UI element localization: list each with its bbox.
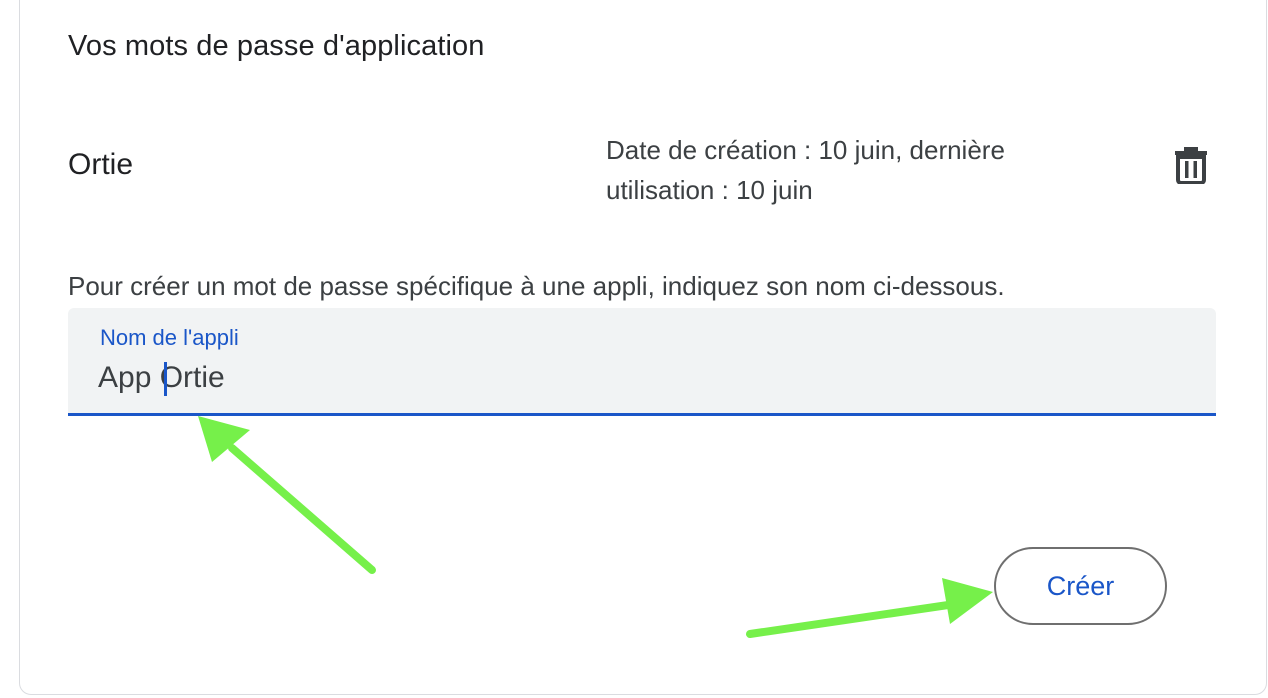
text-caret	[164, 362, 167, 396]
app-password-name: Ortie	[68, 148, 134, 181]
app-password-meta-line2: utilisation : 10 juin	[606, 175, 813, 205]
create-instructions: Pour créer un mot de passe spécifique à …	[68, 271, 1005, 301]
app-name-field-label: Nom de l'appli	[100, 325, 239, 350]
app-password-meta-line1: Date de création : 10 juin, dernière	[606, 135, 1005, 165]
app-name-field[interactable]: Nom de l'appli	[68, 308, 1216, 416]
create-button[interactable]: Créer	[994, 547, 1167, 625]
delete-app-password-button[interactable]	[1166, 140, 1216, 190]
app-name-input[interactable]	[98, 356, 1178, 400]
app-password-meta: Date de création : 10 juin, dernière uti…	[606, 130, 1086, 210]
section-title: Vos mots de passe d'application	[68, 30, 485, 62]
trash-icon	[1175, 147, 1207, 184]
